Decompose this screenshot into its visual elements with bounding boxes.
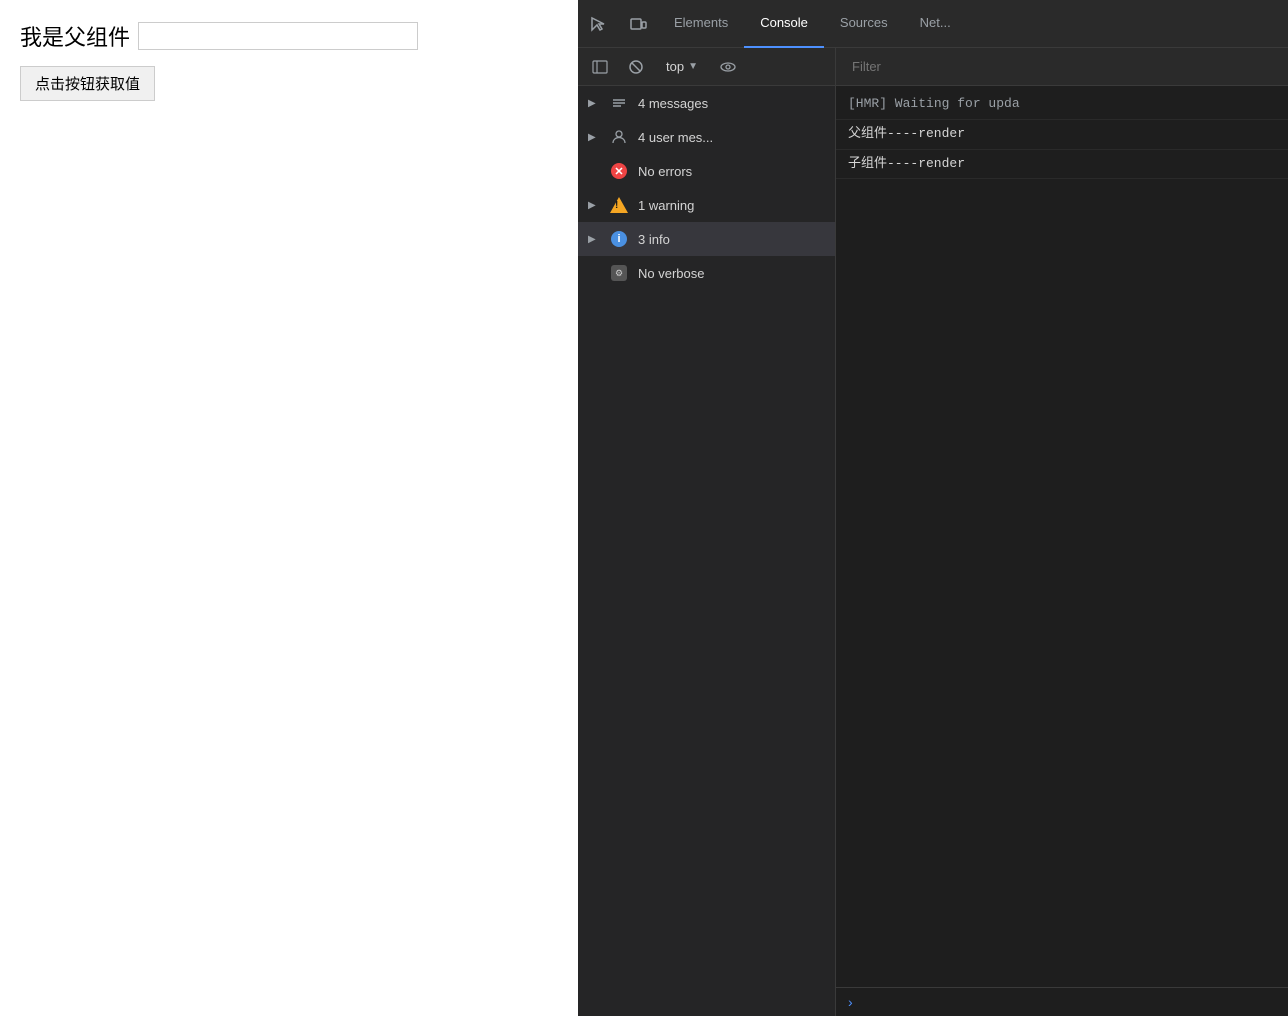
console-message-parent-render: 父组件----render: [836, 120, 1288, 150]
verbose-icon: ⚙: [610, 264, 628, 282]
top-selector[interactable]: top ▼: [658, 56, 706, 77]
filter-item-warnings[interactable]: ▶ 1 warning: [578, 188, 835, 222]
top-label: top: [666, 59, 684, 74]
devtools-panel: Elements Console Sources Net...: [578, 0, 1288, 1016]
filter-label-user-messages: 4 user mes...: [638, 130, 825, 145]
webpage-panel: 我是父组件 点击按钮获取值: [0, 0, 578, 1016]
tab-elements[interactable]: Elements: [658, 0, 744, 48]
webpage-title-row: 我是父组件: [20, 20, 558, 52]
filter-item-verbose[interactable]: ▶ ⚙ No verbose: [578, 256, 835, 290]
info-icon: i: [610, 230, 628, 248]
error-circle: ✕: [611, 163, 627, 179]
user-icon: [610, 128, 628, 146]
block-icon[interactable]: [622, 53, 650, 81]
console-message-child-render: 子组件----render: [836, 150, 1288, 180]
console-filter-list: ▶ 4 messages ▶: [578, 86, 835, 1016]
console-filter-input[interactable]: [844, 55, 1280, 78]
arrow-icon: ▶: [588, 98, 600, 109]
warning-triangle: [610, 197, 628, 213]
webpage-input[interactable]: [138, 22, 418, 50]
device-icon[interactable]: [618, 0, 658, 48]
info-circle: i: [611, 231, 627, 247]
filter-item-user-messages[interactable]: ▶ 4 user mes...: [578, 120, 835, 154]
warning-icon: [610, 196, 628, 214]
devtools-topbar: Elements Console Sources Net...: [578, 0, 1288, 48]
filter-label-info: 3 info: [638, 232, 825, 247]
console-toolbar: top ▼: [578, 48, 835, 86]
filter-item-info[interactable]: ▶ i 3 info: [578, 222, 835, 256]
console-input-row: ›: [836, 987, 1288, 1016]
tab-network[interactable]: Net...: [904, 0, 967, 48]
tab-console[interactable]: Console: [744, 0, 824, 48]
tab-sources[interactable]: Sources: [824, 0, 904, 48]
devtools-content: top ▼ ▶: [578, 48, 1288, 1016]
filter-label-errors: No errors: [638, 164, 825, 179]
console-output-toolbar: [836, 48, 1288, 86]
console-messages: [HMR] Waiting for upda 父组件----render 子组件…: [836, 86, 1288, 987]
eye-icon[interactable]: [714, 53, 742, 81]
webpage-title: 我是父组件: [20, 20, 130, 52]
error-icon: ✕: [610, 162, 628, 180]
arrow-icon: ▶: [588, 200, 600, 211]
sidebar-toggle-icon[interactable]: [586, 53, 614, 81]
console-prompt-icon: ›: [848, 994, 853, 1010]
verbose-gear: ⚙: [611, 265, 627, 281]
messages-icon: [610, 94, 628, 112]
inspect-icon[interactable]: [578, 0, 618, 48]
arrow-icon: ▶: [588, 234, 600, 245]
filter-label-warnings: 1 warning: [638, 198, 825, 213]
filter-item-messages[interactable]: ▶ 4 messages: [578, 86, 835, 120]
webpage-button[interactable]: 点击按钮获取值: [20, 66, 155, 101]
console-message-hmr: [HMR] Waiting for upda: [836, 90, 1288, 120]
filter-item-errors[interactable]: ▶ ✕ No errors: [578, 154, 835, 188]
console-output: [HMR] Waiting for upda 父组件----render 子组件…: [836, 48, 1288, 1016]
filter-label-messages: 4 messages: [638, 96, 825, 111]
chevron-down-icon: ▼: [688, 61, 698, 72]
arrow-icon: ▶: [588, 132, 600, 143]
filter-label-verbose: No verbose: [638, 266, 825, 281]
console-sidebar: top ▼ ▶: [578, 48, 836, 1016]
